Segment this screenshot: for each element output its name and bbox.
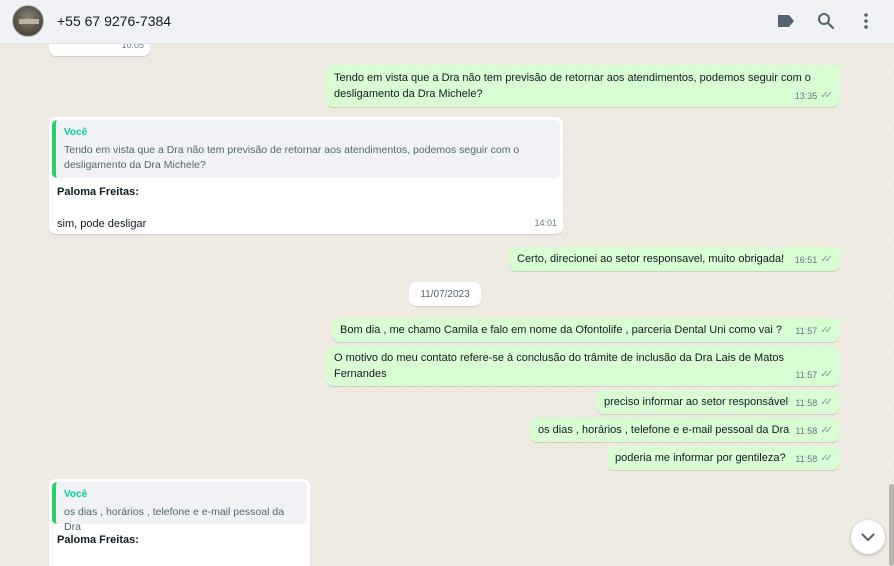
- message-outgoing[interactable]: poderia me informar por gentileza? 11:58…: [607, 446, 839, 470]
- chat-scrollbar[interactable]: [889, 484, 894, 566]
- message-time: 11:58: [795, 426, 818, 436]
- quote-text: Tendo em vista que a Dra não tem previsã…: [64, 144, 520, 171]
- read-ticks-icon: ✓✓: [820, 90, 833, 101]
- message-time: 11:58: [795, 454, 818, 464]
- chat-area[interactable]: 10:05 Tendo em vista que a Dra não tem p…: [0, 44, 894, 566]
- message-incoming[interactable]: Você Tendo em vista que a Dra não tem pr…: [49, 117, 563, 234]
- chat-header: +55 67 9276-7384: [0, 0, 894, 44]
- message-meta: 10:05: [121, 44, 144, 53]
- read-ticks-icon: ✓✓: [820, 325, 833, 336]
- message-time: 11:58: [795, 398, 818, 408]
- date-separator: 11/07/2023: [409, 282, 481, 306]
- quoted-message[interactable]: Você os dias , horários , telefone e e-m…: [52, 482, 307, 533]
- search-icon[interactable]: [815, 10, 837, 32]
- label-icon[interactable]: [775, 10, 797, 32]
- message-text: O motivo do meu contato refere-se à conc…: [334, 352, 785, 380]
- message-time: 11:57: [795, 326, 818, 336]
- quote-author: Você: [64, 489, 88, 500]
- read-ticks-icon: ✓✓: [820, 425, 833, 436]
- message-text: os dias , horários , telefone e e-mail p…: [538, 424, 790, 436]
- message-incoming[interactable]: Você os dias , horários , telefone e e-m…: [49, 479, 310, 566]
- message-text: Tendo em vista que a Dra não tem previsã…: [334, 72, 811, 100]
- message-meta: 14:01: [534, 215, 557, 231]
- message-time: 13:35: [794, 91, 818, 101]
- message-meta: 11:58 ✓✓: [795, 451, 833, 467]
- message-outgoing[interactable]: preciso informar ao setor responsável 11…: [596, 390, 839, 414]
- read-ticks-icon: ✓✓: [820, 453, 833, 464]
- sender-name: Paloma Freitas:: [57, 534, 139, 546]
- message-meta: 11:57 ✓✓: [795, 323, 833, 339]
- sender-name: Paloma Freitas:: [57, 186, 139, 198]
- message-meta: 11:57 ✓✓: [795, 367, 833, 383]
- message-text: Certo, direcionei ao setor responsavel, …: [517, 253, 785, 265]
- message-outgoing[interactable]: Bom dia , me chamo Camila e falo em nome…: [332, 318, 846, 342]
- message-meta: 13:35 ✓✓: [795, 88, 833, 104]
- read-ticks-icon: ✓✓: [820, 369, 833, 380]
- read-ticks-icon: ✓✓: [820, 254, 833, 265]
- quote-author: Você: [64, 127, 88, 138]
- read-ticks-icon: ✓✓: [820, 397, 833, 408]
- message-time: 11:57: [795, 370, 818, 380]
- message-meta: 11:58 ✓✓: [795, 423, 833, 439]
- message-outgoing[interactable]: Certo, direcionei ao setor responsavel, …: [509, 247, 846, 271]
- chevron-down-icon: [861, 533, 875, 541]
- message-text: sim, pode desligar: [57, 218, 147, 230]
- message-time: 14:01: [534, 218, 557, 228]
- quoted-message[interactable]: Você Tendo em vista que a Dra não tem pr…: [52, 120, 560, 178]
- message-meta: 11:58 ✓✓: [795, 395, 833, 411]
- contact-avatar[interactable]: [12, 5, 44, 37]
- message-incoming[interactable]: 10:05: [49, 44, 150, 56]
- message-meta: 16:51 ✓✓: [795, 252, 833, 268]
- message-outgoing[interactable]: os dias , horários , telefone e e-mail p…: [530, 418, 839, 442]
- menu-icon[interactable]: [855, 10, 877, 32]
- message-time: 16:51: [794, 255, 818, 265]
- message-outgoing[interactable]: O motivo do meu contato refere-se à conc…: [326, 346, 839, 386]
- message-text: Bom dia , me chamo Camila e falo em nome…: [340, 324, 783, 336]
- contact-name[interactable]: +55 67 9276-7384: [57, 13, 171, 29]
- message-time: 10:05: [121, 44, 144, 50]
- message-outgoing[interactable]: Tendo em vista que a Dra não tem previsã…: [326, 65, 846, 107]
- scroll-to-bottom-button[interactable]: [851, 520, 885, 554]
